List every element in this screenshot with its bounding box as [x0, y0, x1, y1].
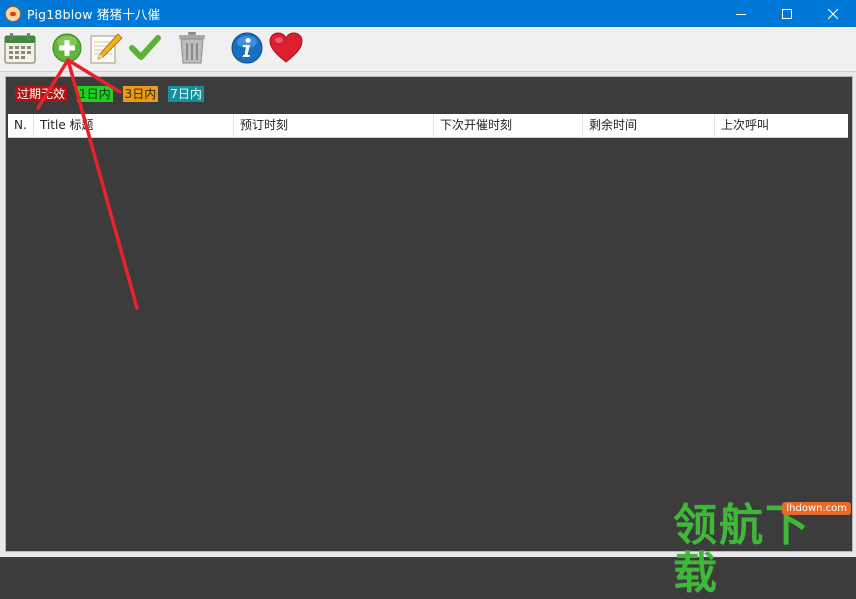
column-header-scheduled-time[interactable]: 预订时刻: [234, 114, 434, 137]
toolbar: [0, 27, 856, 72]
watermark-url: lhdown.com: [782, 502, 851, 515]
reminder-table-body[interactable]: [8, 138, 848, 549]
minimize-button[interactable]: [718, 0, 764, 27]
pig-app-icon: [5, 5, 21, 22]
plus-circle-icon: [52, 33, 82, 63]
heart-icon: [269, 32, 303, 63]
window-controls: [718, 0, 856, 27]
app-window: Pig18blow 猪猪十八催 过期无效 1日内 3日内 7日内 N. Titl…: [0, 0, 856, 598]
title-bar: Pig18blow 猪猪十八催: [0, 0, 856, 27]
column-header-last-call[interactable]: 上次呼叫: [715, 114, 848, 137]
maximize-button[interactable]: [764, 0, 810, 27]
status-legend: 过期无效 1日内 3日内 7日内: [6, 79, 852, 109]
close-icon: [828, 8, 838, 19]
main-content: 过期无效 1日内 3日内 7日内 N. Title 标题 预订时刻 下次开催时刻…: [5, 76, 853, 552]
column-header-next-remind-time[interactable]: 下次开催时刻: [434, 114, 583, 137]
column-header-number[interactable]: N.: [8, 114, 34, 137]
legend-expired: 过期无效: [15, 86, 68, 102]
info-icon: [231, 32, 263, 64]
minimize-icon: [736, 13, 746, 15]
calendar-icon: [4, 33, 36, 64]
column-header-remaining-time[interactable]: 剩余时间: [583, 114, 715, 137]
window-title: Pig18blow 猪猪十八催: [27, 7, 161, 22]
delete-button[interactable]: [174, 30, 210, 66]
reminder-table-header: N. Title 标题 预订时刻 下次开催时刻 剩余时间 上次呼叫: [8, 114, 848, 138]
edit-button[interactable]: [88, 30, 124, 66]
confirm-button[interactable]: [127, 30, 163, 66]
close-button[interactable]: [810, 0, 856, 27]
checkmark-icon: [129, 35, 161, 60]
pencil-icon: [90, 33, 123, 64]
legend-within-1-day: 1日内: [77, 86, 113, 102]
favorite-button[interactable]: [268, 30, 304, 66]
add-button[interactable]: [49, 30, 85, 66]
column-header-title[interactable]: Title 标题: [34, 114, 234, 137]
calendar-button[interactable]: [2, 30, 38, 66]
legend-within-7-days: 7日内: [168, 86, 204, 102]
watermark-logo-text: 领航下载: [673, 500, 811, 599]
info-button[interactable]: [229, 30, 265, 66]
watermark: 领航下载 lhdown.com: [673, 498, 853, 598]
legend-within-3-days: 3日内: [122, 86, 159, 102]
maximize-icon: [782, 8, 792, 19]
trash-icon: [179, 32, 205, 64]
